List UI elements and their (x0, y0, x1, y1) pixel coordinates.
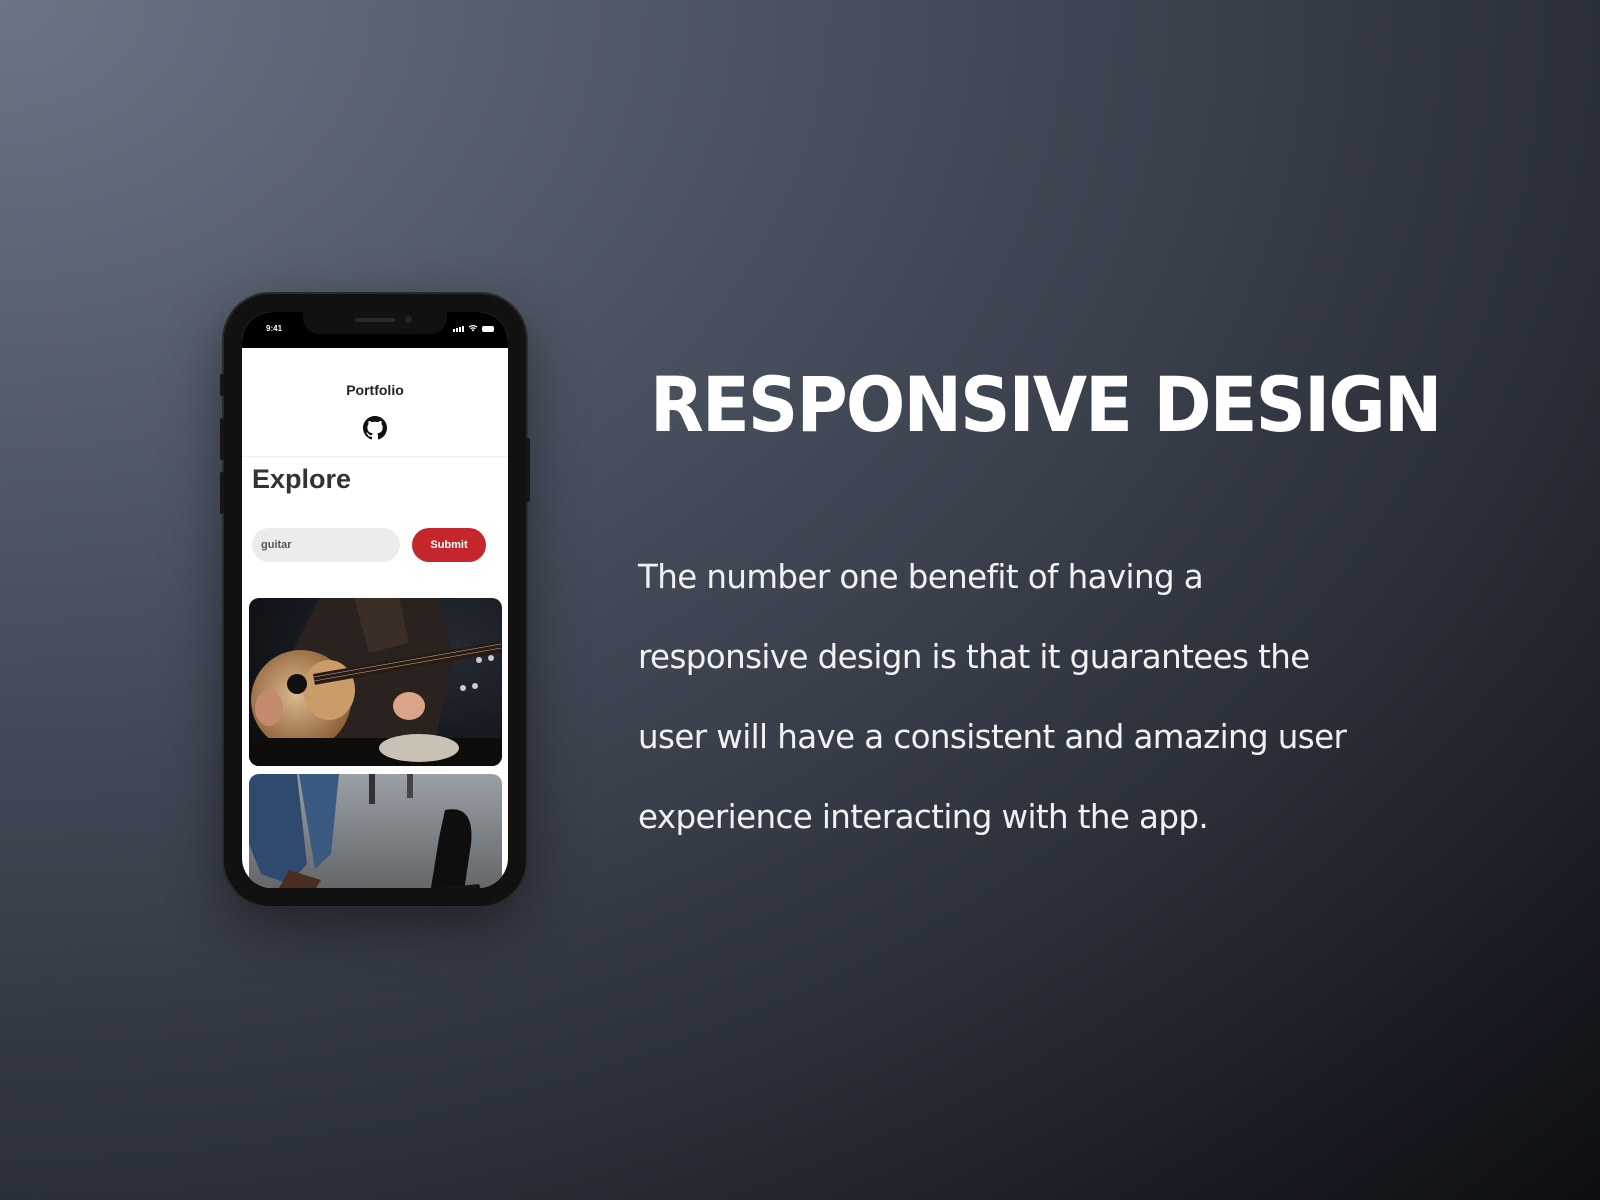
mute-switch (220, 374, 224, 396)
phone-screen: 9:41 Portfolio Explore guitar Submit (242, 312, 508, 888)
headline: RESPONSIVE DESIGN (650, 360, 1442, 449)
app-title: Portfolio (346, 382, 404, 398)
notch (303, 312, 447, 334)
wifi-icon (468, 325, 478, 332)
explore-heading: Explore (252, 464, 352, 494)
guitar-case-street-photo[interactable] (249, 774, 502, 888)
status-time: 9:41 (266, 324, 283, 333)
speaker (355, 318, 395, 322)
volume-down-button (220, 472, 224, 514)
guitar-player-photo[interactable] (249, 598, 502, 766)
battery-icon (482, 326, 494, 332)
status-bar: 9:41 (242, 312, 508, 348)
front-camera (405, 316, 412, 323)
signal-icon (453, 326, 464, 332)
volume-up-button (220, 418, 224, 460)
power-button (526, 438, 530, 502)
status-icons (453, 324, 494, 332)
search-input[interactable] (252, 528, 400, 562)
github-icon[interactable] (363, 416, 387, 440)
body-text: The number one benefit of having a respo… (638, 558, 1347, 836)
submit-button[interactable]: Submit (412, 528, 486, 562)
phone-mockup: 9:41 Portfolio Explore guitar Submit (220, 294, 530, 906)
app-header: Portfolio (242, 348, 508, 457)
